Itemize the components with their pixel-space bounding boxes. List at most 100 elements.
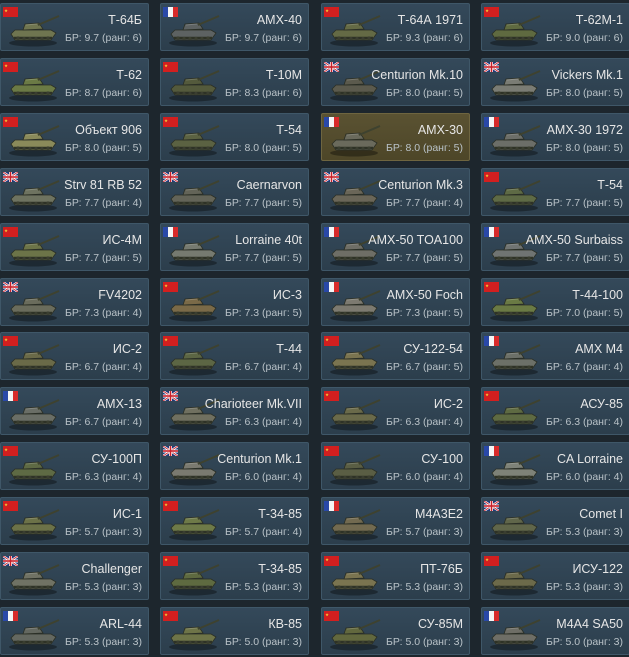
vehicle-card-centurion-mk-1[interactable]: Centurion Mk.1 БР: 6.0 (ранг: 4) [160, 442, 309, 491]
flag-ussr-icon [3, 446, 18, 457]
flag-uk-icon [3, 556, 18, 566]
vehicle-battle-rating: БР: 6.7 (ранг: 4) [65, 361, 142, 374]
vehicle-card-amx-50-foch[interactable]: AMX-50 Foch БР: 7.3 (ранг: 5) [321, 277, 470, 326]
vehicle-name: CA Lorraine [556, 452, 623, 467]
vehicle-name: AMX-13 [96, 397, 142, 412]
vehicle-card-ис-1[interactable]: ИС-1 БР: 5.7 (ранг: 3) [0, 497, 149, 546]
vehicle-card-comet-i[interactable]: Comet I БР: 5.3 (ранг: 3) [481, 497, 629, 546]
vehicle-card-ис-2[interactable]: ИС-2 БР: 6.7 (ранг: 4) [0, 332, 149, 381]
vehicle-card-т-62м-1[interactable]: Т-62М-1 БР: 9.0 (ранг: 6) [481, 3, 629, 51]
vehicle-battle-rating: БР: 7.7 (ранг: 5) [386, 251, 463, 264]
vehicle-card-centurion-mk-3[interactable]: Centurion Mk.3 БР: 7.7 (ранг: 4) [321, 167, 470, 216]
vehicle-battle-rating: БР: 5.7 (ранг: 4) [225, 526, 302, 539]
vehicle-battle-rating: БР: 6.0 (ранг: 4) [386, 471, 463, 484]
vehicle-card-т-34-85[interactable]: Т-34-85 БР: 5.7 (ранг: 4) [160, 497, 309, 546]
vehicle-battle-rating: БР: 7.7 (ранг: 5) [225, 196, 302, 209]
vehicle-card-ис-3[interactable]: ИС-3 БР: 7.3 (ранг: 5) [160, 277, 309, 326]
vehicle-card-асу-85[interactable]: АСУ-85 БР: 6.3 (ранг: 4) [481, 387, 629, 436]
vehicle-card-ис-4м[interactable]: ИС-4М БР: 7.7 (ранг: 5) [0, 222, 149, 271]
vehicle-card-amx-m4[interactable]: AMX M4 БР: 6.7 (ранг: 4) [481, 332, 629, 381]
vehicle-card-су-122-54[interactable]: СУ-122-54 БР: 6.7 (ранг: 5) [321, 332, 470, 381]
vehicle-card-пт-76б[interactable]: ПТ-76Б БР: 5.3 (ранг: 3) [321, 552, 470, 600]
vehicle-card-т-64б[interactable]: Т-64Б БР: 9.7 (ранг: 6) [0, 3, 149, 51]
flag-uk-icon [3, 281, 18, 292]
flag-uk-icon [484, 61, 499, 72]
vehicle-card-су-100[interactable]: СУ-100 БР: 6.0 (ранг: 4) [321, 442, 470, 491]
vehicle-card-су-100п[interactable]: СУ-100П БР: 6.3 (ранг: 4) [0, 442, 149, 491]
vehicle-card-т-44-100[interactable]: Т-44-100 БР: 7.0 (ранг: 5) [481, 277, 629, 326]
flag-ussr-icon [3, 61, 18, 72]
vehicle-battle-rating: БР: 8.0 (ранг: 5) [386, 86, 463, 99]
vehicle-name: Comet I [579, 507, 623, 522]
vehicle-battle-rating: БР: 7.7 (ранг: 4) [65, 196, 142, 209]
vehicle-card-amx-30-1972[interactable]: AMX-30 1972 БР: 8.0 (ранг: 5) [481, 112, 629, 161]
vehicle-card-arl-44[interactable]: ARL-44 БР: 5.3 (ранг: 3) [0, 606, 149, 655]
vehicle-name: Lorraine 40t [235, 232, 302, 247]
vehicle-battle-rating: БР: 6.7 (ранг: 5) [386, 361, 463, 374]
vehicle-name: FV4202 [98, 287, 142, 302]
vehicle-card-т-54[interactable]: Т-54 БР: 7.7 (ранг: 5) [481, 167, 629, 216]
vehicle-card-ис-2[interactable]: ИС-2 БР: 6.3 (ранг: 4) [321, 387, 470, 436]
vehicle-card-т-34-85[interactable]: Т-34-85 БР: 5.3 (ранг: 3) [160, 552, 309, 600]
vehicle-card-challenger[interactable]: Challenger БР: 5.3 (ранг: 3) [0, 552, 149, 600]
vehicle-card-ису-122[interactable]: ИСУ-122 БР: 5.3 (ранг: 3) [481, 552, 629, 600]
vehicle-card-т-44[interactable]: Т-44 БР: 6.7 (ранг: 4) [160, 332, 309, 381]
vehicle-card-amx-30[interactable]: AMX-30 БР: 8.0 (ранг: 5) [321, 112, 470, 161]
flag-france-icon [484, 336, 499, 347]
vehicle-card-су-85м[interactable]: СУ-85М БР: 5.0 (ранг: 3) [321, 606, 470, 655]
vehicle-card-ca-lorraine[interactable]: CA Lorraine БР: 6.0 (ранг: 4) [481, 442, 629, 491]
vehicle-name: Т-44-100 [572, 287, 623, 302]
vehicle-name: Strv 81 RB 52 [64, 177, 142, 192]
vehicle-name: Т-64А 1971 [397, 13, 463, 27]
vehicle-card-lorraine-40t[interactable]: Lorraine 40t БР: 7.7 (ранг: 5) [160, 222, 309, 271]
vehicle-card-strv-81-rb-52[interactable]: Strv 81 RB 52 БР: 7.7 (ранг: 4) [0, 167, 149, 216]
vehicle-card-объект-906[interactable]: Объект 906 БР: 8.0 (ранг: 5) [0, 112, 149, 161]
vehicle-name: ИС-1 [112, 507, 142, 522]
vehicle-battle-rating: БР: 5.3 (ранг: 3) [65, 635, 142, 648]
vehicle-battle-rating: БР: 6.0 (ранг: 4) [225, 471, 302, 484]
flag-france-icon [324, 281, 339, 292]
vehicle-battle-rating: БР: 7.0 (ранг: 5) [546, 306, 623, 319]
vehicle-name: Centurion Mk.3 [378, 177, 463, 192]
vehicle-grid: Т-64Б БР: 9.7 (ранг: 6) AMX-40 БР: 9.7 (ран… [0, 0, 629, 657]
vehicle-battle-rating: БР: 5.0 (ранг: 3) [386, 635, 463, 648]
vehicle-battle-rating: БР: 8.0 (ранг: 5) [65, 141, 142, 154]
flag-ussr-icon [484, 391, 499, 402]
vehicle-name: ИС-3 [272, 287, 302, 302]
flag-ussr-icon [324, 7, 339, 17]
vehicle-battle-rating: БР: 7.3 (ранг: 4) [65, 306, 142, 319]
vehicle-battle-rating: БР: 8.3 (ранг: 6) [225, 86, 302, 99]
vehicle-card-т-62[interactable]: Т-62 БР: 8.7 (ранг: 6) [0, 57, 149, 106]
vehicle-name: СУ-85М [417, 616, 463, 631]
vehicle-card-m4a3e2[interactable]: M4A3E2 БР: 5.7 (ранг: 3) [321, 497, 470, 546]
vehicle-card-fv4202[interactable]: FV4202 БР: 7.3 (ранг: 4) [0, 277, 149, 326]
vehicle-battle-rating: БР: 7.7 (ранг: 4) [386, 196, 463, 209]
vehicle-name: AMX M4 [575, 342, 623, 357]
vehicle-card-кв-85[interactable]: КВ-85 БР: 5.0 (ранг: 3) [160, 606, 309, 655]
vehicle-name: Challenger [81, 562, 142, 576]
vehicle-name: Vickers Mk.1 [551, 67, 623, 82]
vehicle-battle-rating: БР: 9.7 (ранг: 6) [225, 32, 302, 44]
vehicle-card-amx-40[interactable]: AMX-40 БР: 9.7 (ранг: 6) [160, 3, 309, 51]
flag-france-icon [163, 7, 178, 17]
vehicle-card-m4a4-sa50[interactable]: M4A4 SA50 БР: 5.0 (ранг: 3) [481, 606, 629, 655]
vehicle-card-amx-13[interactable]: AMX-13 БР: 6.7 (ранг: 4) [0, 387, 149, 436]
vehicle-battle-rating: БР: 8.0 (ранг: 5) [225, 141, 302, 154]
vehicle-card-т-54[interactable]: Т-54 БР: 8.0 (ранг: 5) [160, 112, 309, 161]
vehicle-name: Т-62М-1 [575, 13, 623, 27]
vehicle-battle-rating: БР: 7.3 (ранг: 5) [386, 306, 463, 319]
vehicle-name: Т-34-85 [258, 507, 302, 522]
vehicle-card-amx-50-toa100[interactable]: AMX-50 TOA100 БР: 7.7 (ранг: 5) [321, 222, 470, 271]
vehicle-name: AMX-50 Foch [386, 287, 463, 302]
vehicle-card-centurion-mk-10[interactable]: Centurion Mk.10 БР: 8.0 (ранг: 5) [321, 57, 470, 106]
vehicle-name: Т-64Б [108, 13, 142, 27]
vehicle-card-т-64а-1971[interactable]: Т-64А 1971 БР: 9.3 (ранг: 6) [321, 3, 470, 51]
vehicle-card-charioteer-mk-vii[interactable]: Charioteer Mk.VII БР: 6.3 (ранг: 4) [160, 387, 309, 436]
vehicle-card-caernarvon[interactable]: Caernarvon БР: 7.7 (ранг: 5) [160, 167, 309, 216]
vehicle-card-vickers-mk-1[interactable]: Vickers Mk.1 БР: 8.0 (ранг: 5) [481, 57, 629, 106]
vehicle-battle-rating: БР: 5.3 (ранг: 3) [546, 581, 623, 593]
vehicle-battle-rating: БР: 5.7 (ранг: 3) [65, 526, 142, 539]
vehicle-card-amx-50-surbaiss[interactable]: AMX-50 Surbaiss БР: 7.7 (ранг: 5) [481, 222, 629, 271]
vehicle-battle-rating: БР: 6.7 (ранг: 4) [546, 361, 623, 374]
vehicle-card-т-10м[interactable]: Т-10М БР: 8.3 (ранг: 6) [160, 57, 309, 106]
